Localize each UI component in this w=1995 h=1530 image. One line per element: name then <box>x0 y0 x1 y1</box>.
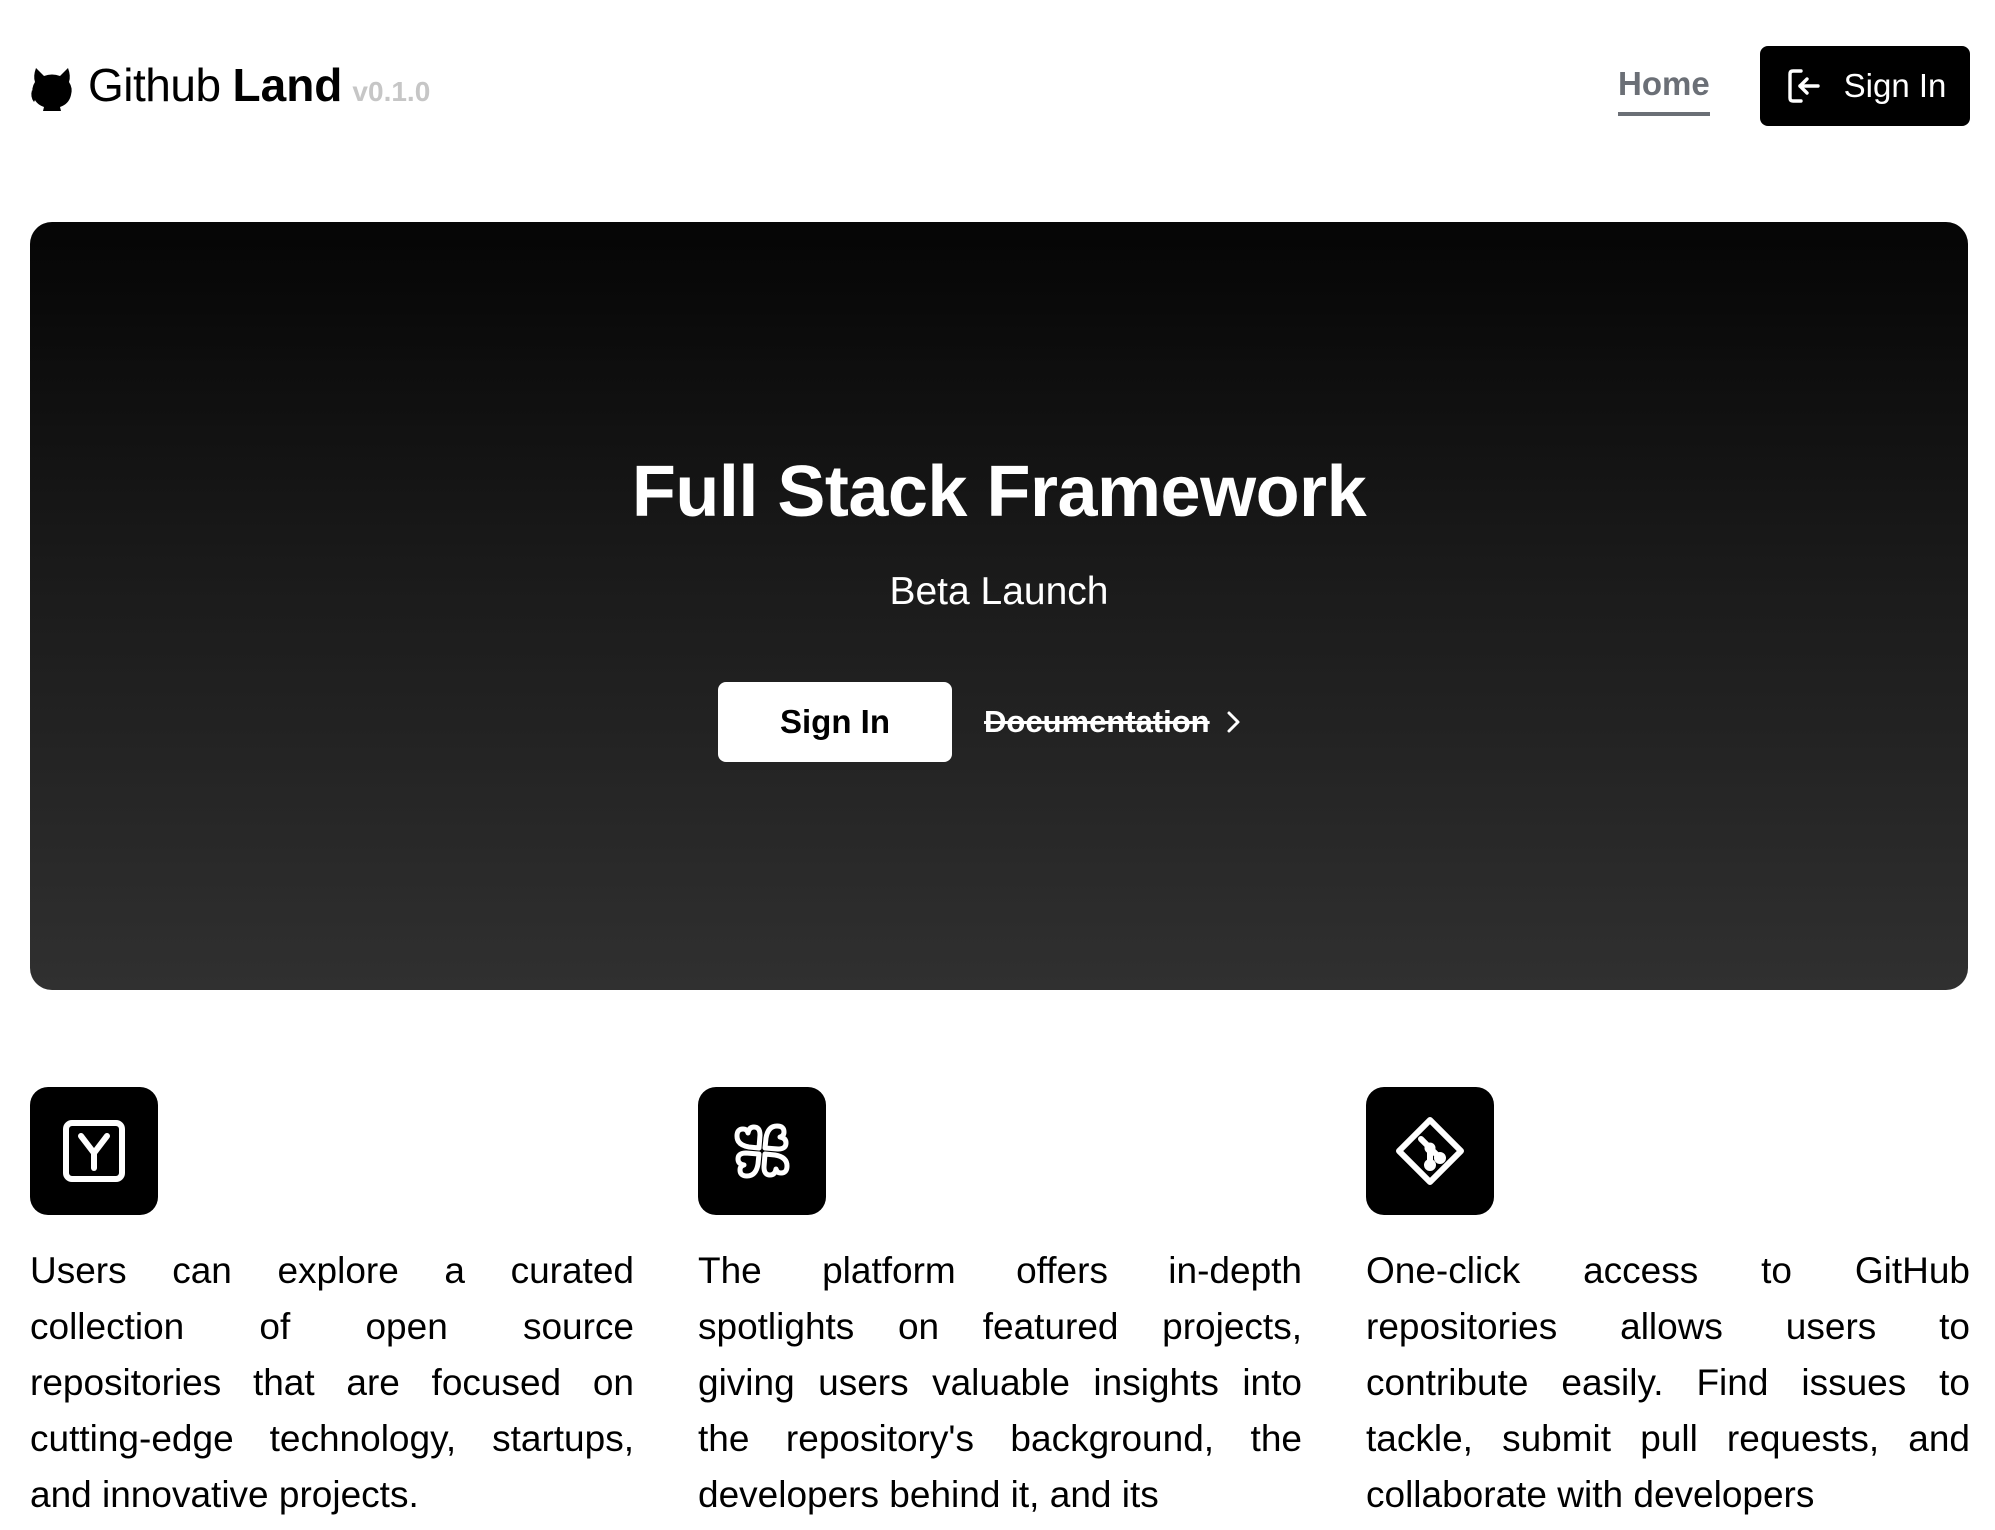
chevron-right-icon <box>1227 711 1240 733</box>
feature-icon-box <box>698 1087 826 1215</box>
feature-icon-box <box>30 1087 158 1215</box>
clover-icon <box>734 1123 790 1179</box>
header-sign-in-label: Sign In <box>1843 67 1947 104</box>
documentation-label: Documentation <box>984 704 1210 739</box>
header-sign-in-button[interactable]: Sign In <box>1760 46 1970 126</box>
nav-link-home[interactable]: Home <box>1618 64 1710 116</box>
site-header: Github Land v0.1.0 Home Sign In <box>0 0 1995 174</box>
hero-sign-in-button[interactable]: Sign In <box>718 682 952 762</box>
brand-name-bold: Land <box>232 58 343 111</box>
brand-name: Github <box>88 58 221 111</box>
feature-description: The platform offers in-depth spotlights … <box>698 1250 1302 1515</box>
hero-title: Full Stack Framework <box>631 452 1367 532</box>
git-icon <box>1396 1117 1464 1185</box>
feature-card-contribute: One-click access to GitHub repositories … <box>1366 1087 1970 1523</box>
feature-card-spotlight: The platform offers in-depth spotlights … <box>698 1087 1302 1523</box>
login-icon <box>1787 69 1820 103</box>
hero-actions: Sign In Documentation <box>718 682 1246 762</box>
feature-card-curated: Users can explore a curated collection o… <box>30 1087 634 1523</box>
hero-banner: Full Stack Framework Beta Launch Sign In… <box>30 222 1968 990</box>
brand-logo[interactable]: Github Land v0.1.0 <box>30 58 430 118</box>
y-combinator-icon <box>63 1120 125 1182</box>
feature-icon-box <box>1366 1087 1494 1215</box>
github-octocat-icon <box>31 68 72 111</box>
feature-description: Users can explore a curated collection o… <box>30 1250 634 1515</box>
hero-subtitle: Beta Launch <box>889 570 1109 613</box>
documentation-link[interactable]: Documentation <box>984 704 1246 740</box>
version-label: v0.1.0 <box>352 75 431 107</box>
feature-description: One-click access to GitHub repositories … <box>1366 1250 1970 1515</box>
